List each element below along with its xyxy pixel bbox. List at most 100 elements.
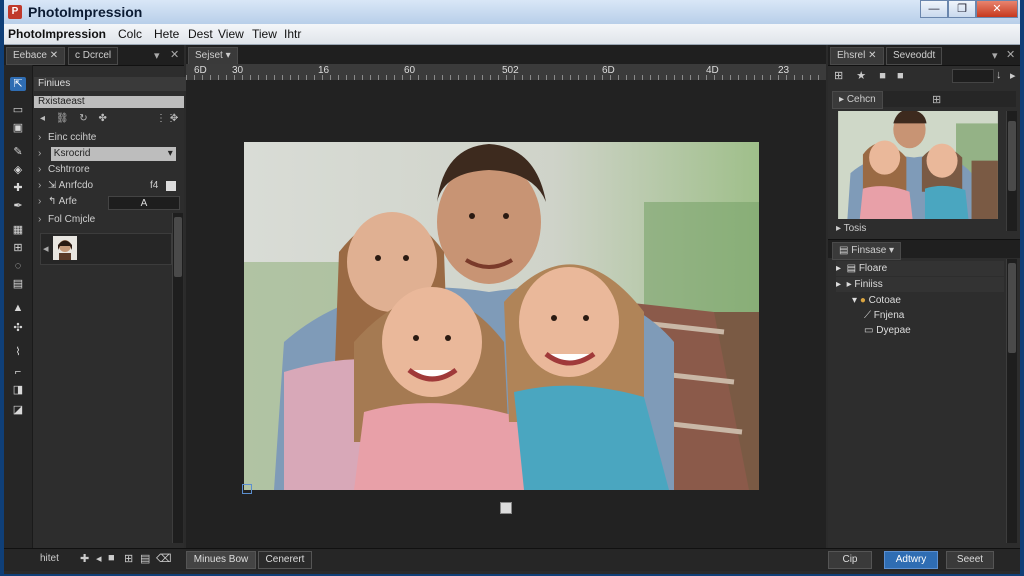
sharpen-tool-icon[interactable]: ✣ (10, 321, 26, 335)
menu-item[interactable]: View (218, 27, 244, 41)
star-icon[interactable]: ★ (856, 70, 866, 82)
list-item[interactable]: › Einc ccihte (38, 131, 184, 145)
layer-row[interactable]: ⟋ Fnjena (864, 308, 1004, 323)
crop-tool-icon[interactable]: ▣ (10, 121, 26, 135)
list-item[interactable]: › Ksrocrid ▾ (38, 147, 184, 161)
pen-tool-icon[interactable]: ✒ (10, 199, 26, 213)
thumbnail-row[interactable]: ◂ (40, 233, 172, 265)
add-icon[interactable]: ✚ (80, 552, 89, 565)
color-swatch-icon[interactable]: ◨ (10, 383, 26, 397)
expand-icon[interactable]: ◂ (43, 242, 49, 255)
blur-tool-icon[interactable]: ▲ (10, 301, 26, 315)
maximize-button[interactable]: ❐ (948, 0, 976, 18)
list-item[interactable]: › Cshtrrore (38, 163, 184, 177)
tab-minues-bow[interactable]: Minues Bow (186, 551, 256, 569)
eyedropper-tool-icon[interactable]: ⌇ (10, 345, 26, 359)
refresh-icon[interactable]: ↻ (79, 113, 87, 124)
color-icon: ● (859, 295, 866, 306)
trash-icon[interactable]: ⌫ (156, 552, 172, 565)
close-icon[interactable]: ✕ (1006, 48, 1015, 61)
dropdown-select[interactable]: Ksrocrid ▾ (50, 147, 176, 161)
menu-item[interactable]: Dest (188, 27, 213, 41)
layers-scrollbar[interactable] (1006, 259, 1017, 543)
layer-name: Dyepae (876, 325, 911, 336)
menu-item[interactable]: Tiew (252, 27, 277, 41)
brush-tool-icon[interactable]: ✎ (10, 145, 26, 159)
apply-button[interactable]: Adtwry (884, 551, 938, 569)
swatch-icon[interactable] (166, 181, 176, 191)
gradient-tool-icon[interactable]: ▦ (10, 223, 26, 237)
center-marker-icon[interactable] (500, 502, 512, 514)
lasso-tool-icon[interactable]: ◌ (10, 259, 26, 273)
chevron-down-icon[interactable]: ▾ (154, 49, 160, 62)
layer-row[interactable]: ▾ ● Cotoae (852, 293, 1004, 308)
tab-seveoddt[interactable]: Seveoddt (886, 47, 943, 65)
grid-icon[interactable]: ⊞ (932, 93, 941, 106)
menu-icon[interactable]: ▸ (1010, 69, 1016, 82)
right-panel: Ehsrel ✕ Seveoddt ▾ ✕ ⊞ ★ ■ ■ ↓ ▸ ▸ Cehc… (828, 45, 1020, 548)
corner-handle-icon[interactable] (242, 484, 252, 494)
wrench-icon[interactable]: ✤ (98, 113, 106, 124)
menu-item[interactable]: Ihtr (284, 27, 301, 41)
row-value-field[interactable]: A (108, 196, 180, 210)
panel-icon-row: ◂ ⛓ ↻ ✤ ⋮⋮ ✥ (40, 113, 180, 125)
reset-button[interactable]: Seeet (946, 551, 994, 569)
close-button[interactable]: ✕ (976, 0, 1018, 18)
move-tool-icon[interactable]: ⇱ (10, 77, 26, 91)
clone-tool-icon[interactable]: ⊞ (10, 241, 26, 255)
back-icon[interactable]: ◂ (40, 113, 45, 124)
layer-row[interactable]: ▸ ▤ Floare (836, 261, 1004, 276)
scrollbar-thumb[interactable] (1008, 121, 1016, 191)
scrollbar-thumb[interactable] (174, 217, 182, 277)
status-label: hitet (40, 553, 59, 564)
tab-ehsrel[interactable]: Ehsrel ✕ (830, 47, 884, 65)
folder-icon[interactable]: ▤ (140, 552, 150, 565)
grid-icon[interactable]: ⊞ (124, 552, 133, 565)
hand-tool-icon[interactable]: ⌐ (10, 365, 26, 379)
options-icon[interactable]: ✥ (170, 113, 178, 124)
preview-scrollbar[interactable] (1006, 111, 1017, 231)
tab-cenerert[interactable]: Cenerert (258, 551, 312, 569)
arrow-left-icon[interactable]: ◂ (96, 552, 102, 565)
tab-preview[interactable]: ▸ Cehcn (832, 91, 883, 109)
arrow-down-icon[interactable]: ↓ (996, 69, 1002, 81)
square-icon[interactable]: ■ (897, 70, 904, 82)
square-icon[interactable]: ■ (108, 552, 115, 564)
preview-footer[interactable]: ▸ Tosis (836, 223, 866, 234)
menu-app-name[interactable]: PhotoImpression (8, 27, 106, 41)
cancel-button[interactable]: Cip (828, 551, 872, 569)
grid-icon[interactable]: ⊞ (834, 70, 843, 82)
menu-item[interactable]: Hete (154, 27, 179, 41)
tab-dcrcel[interactable]: c Dcrcel (68, 47, 119, 65)
section-header[interactable]: Rxistaeast (34, 96, 184, 108)
heal-tool-icon[interactable]: ✚ (10, 181, 26, 195)
shape-tool-icon[interactable]: ▤ (10, 277, 26, 291)
canvas-area[interactable] (186, 80, 826, 550)
tab-eebace[interactable]: Eebace ✕ (6, 47, 66, 65)
mask-tool-icon[interactable]: ◪ (10, 403, 26, 417)
layers-tabstrip: ▤ Finsase ▾ (828, 239, 1020, 260)
row-value: f4 (150, 180, 159, 191)
zoom-field[interactable] (952, 69, 994, 83)
scrollbar-thumb[interactable] (1008, 263, 1016, 353)
square-icon[interactable]: ■ (879, 70, 886, 82)
list-item[interactable]: › Fol Cmjcle (38, 213, 184, 227)
layer-row[interactable]: ▸ ▸ Finiiss (836, 277, 1004, 292)
tab-document[interactable]: Sejset ▾ (188, 47, 238, 65)
chevron-down-icon[interactable]: ▾ (992, 49, 998, 62)
layer-row[interactable]: ▭ Dyepae (864, 323, 1004, 338)
left-scrollbar[interactable] (172, 213, 183, 543)
curve-icon: ↰ (48, 196, 57, 207)
list-item[interactable]: › ↰ Arfe A (38, 195, 184, 210)
menu-item[interactable]: Colc (118, 27, 142, 41)
minimize-button[interactable]: — (920, 0, 948, 18)
eraser-tool-icon[interactable]: ◈ (10, 163, 26, 177)
tab-label: Seveoddt (893, 50, 936, 61)
link-icon[interactable]: ⛓ (56, 113, 69, 124)
list-item[interactable]: › ⇲ Anrfcdo f4 (38, 179, 184, 193)
family-photo[interactable] (244, 142, 759, 490)
close-icon[interactable]: ✕ (170, 48, 179, 61)
tab-layers[interactable]: ▤ Finsase ▾ (832, 242, 902, 260)
app-logo-icon: P (8, 5, 22, 19)
marquee-tool-icon[interactable]: ▭ (10, 103, 26, 117)
